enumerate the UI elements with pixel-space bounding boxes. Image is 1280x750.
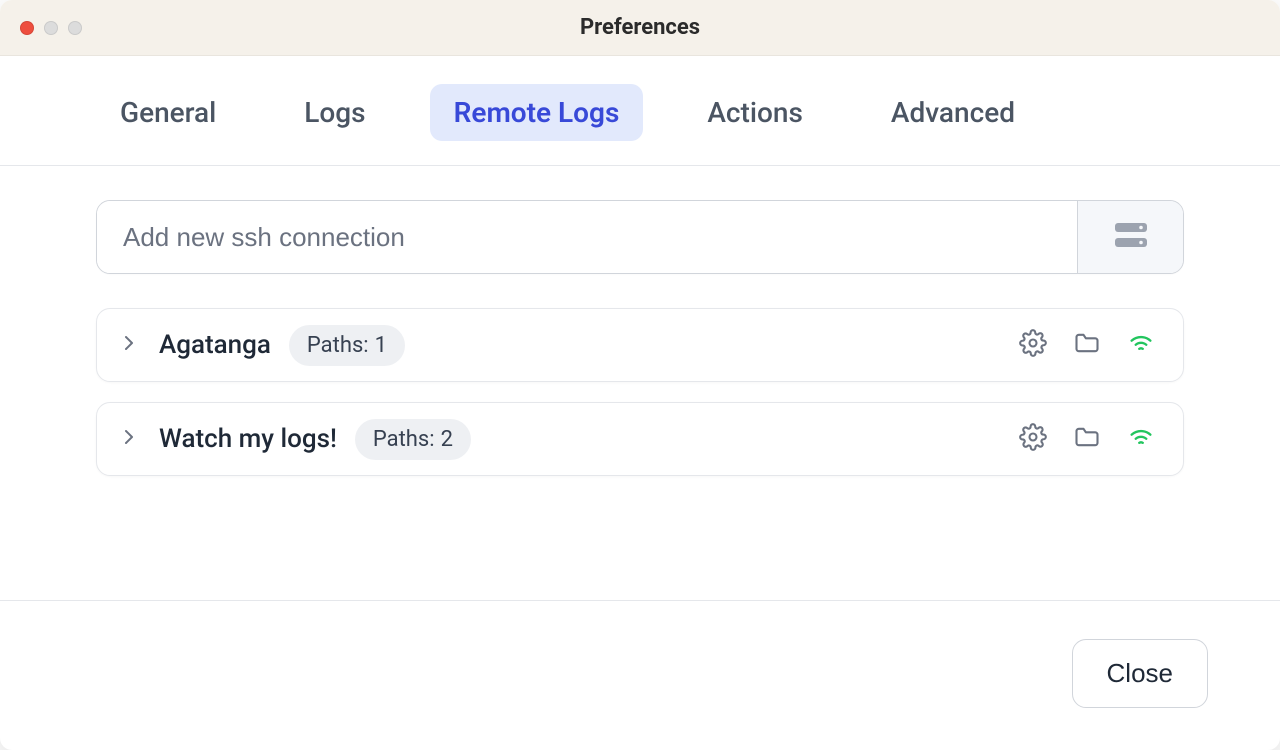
connection-settings-button[interactable]: [1015, 325, 1051, 365]
paths-count: 1: [375, 333, 387, 358]
window-controls: [20, 21, 82, 35]
connection-folder-button[interactable]: [1069, 419, 1105, 459]
remote-logs-panel: Agatanga Paths: 1: [0, 166, 1280, 600]
preferences-window: Preferences General Logs Remote Logs Act…: [0, 0, 1280, 750]
connection-settings-button[interactable]: [1015, 419, 1051, 459]
window-zoom-button[interactable]: [68, 21, 82, 35]
folder-icon: [1073, 329, 1101, 361]
wifi-icon: [1127, 329, 1155, 361]
window-title: Preferences: [580, 15, 700, 40]
chevron-right-icon[interactable]: [117, 331, 141, 359]
tab-logs[interactable]: Logs: [280, 84, 389, 141]
wifi-icon: [1127, 423, 1155, 455]
tab-actions[interactable]: Actions: [683, 84, 827, 141]
paths-count: 2: [441, 427, 453, 452]
add-connection-row: [96, 200, 1184, 274]
gear-icon: [1019, 423, 1047, 455]
window-minimize-button[interactable]: [44, 21, 58, 35]
paths-label: Paths:: [307, 333, 369, 358]
paths-badge: Paths: 2: [355, 419, 471, 460]
connection-row[interactable]: Watch my logs! Paths: 2: [96, 402, 1184, 476]
connection-status-button[interactable]: [1123, 419, 1159, 459]
tab-remote-logs[interactable]: Remote Logs: [430, 84, 644, 141]
connection-folder-button[interactable]: [1069, 325, 1105, 365]
tab-general[interactable]: General: [96, 84, 240, 141]
connection-status-button[interactable]: [1123, 325, 1159, 365]
folder-icon: [1073, 423, 1101, 455]
add-connection-input[interactable]: [97, 201, 1077, 273]
server-icon: [1114, 221, 1148, 253]
connection-row[interactable]: Agatanga Paths: 1: [96, 308, 1184, 382]
connection-name: Agatanga: [159, 330, 271, 360]
footer: Close: [0, 600, 1280, 750]
chevron-right-icon[interactable]: [117, 425, 141, 453]
add-connection-button[interactable]: [1077, 201, 1183, 273]
paths-badge: Paths: 1: [289, 325, 405, 366]
gear-icon: [1019, 329, 1047, 361]
tab-advanced[interactable]: Advanced: [867, 84, 1039, 141]
tabs-bar: General Logs Remote Logs Actions Advance…: [0, 56, 1280, 166]
window-close-button[interactable]: [20, 21, 34, 35]
titlebar: Preferences: [0, 0, 1280, 56]
close-button[interactable]: Close: [1072, 639, 1208, 708]
connection-name: Watch my logs!: [159, 424, 337, 454]
paths-label: Paths:: [373, 427, 435, 452]
